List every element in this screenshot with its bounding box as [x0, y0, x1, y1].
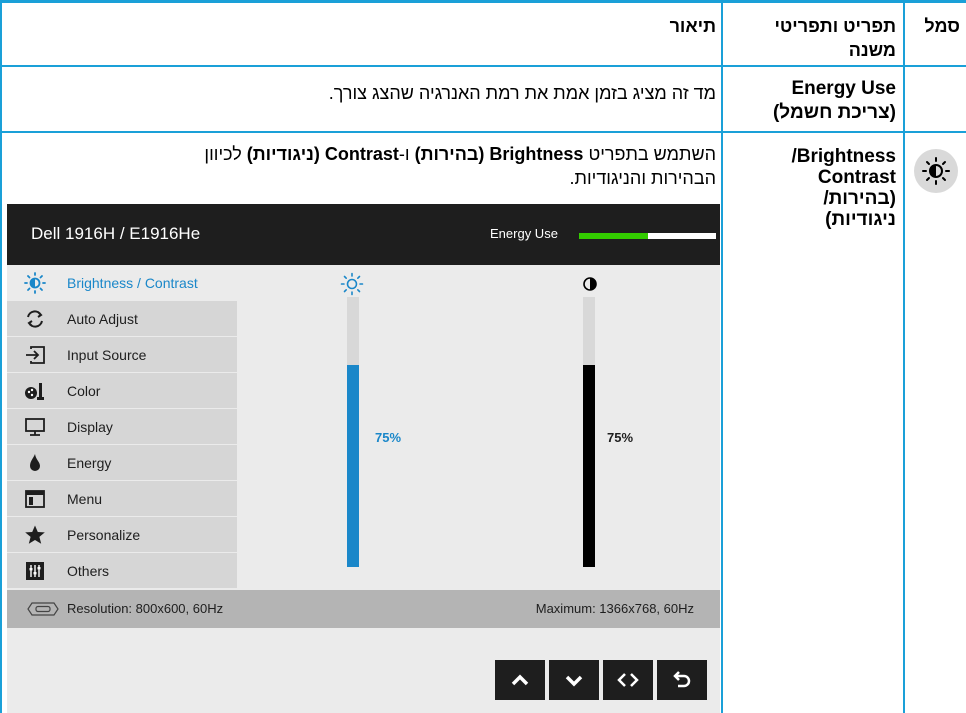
osd-screen: Dell 1916H / E1916He Energy Use Brightne… — [7, 204, 720, 713]
header-symbol: סמל — [924, 16, 960, 36]
osd-menu-item-label: Menu — [67, 491, 103, 507]
osd-menu-item-label: Auto Adjust — [67, 311, 138, 327]
brightness-symbol — [914, 149, 958, 193]
osd-energy-label: Energy Use — [490, 226, 558, 241]
osd-status-bar: Resolution: 800x600, 60Hz Maximum: 1366x… — [7, 590, 720, 628]
osd-menu-item-label: Energy — [67, 455, 112, 471]
resolution-text: Resolution: 800x600, 60Hz — [67, 601, 224, 616]
osd-menu-item[interactable]: Input Source — [7, 337, 237, 373]
desc-text: ו- — [398, 144, 415, 164]
enter-icon — [617, 673, 639, 687]
contrast-icon — [583, 277, 597, 291]
nav-enter-button[interactable] — [603, 660, 653, 700]
description-line2: הבהירות והניגודיות. — [569, 168, 716, 188]
brightness-contrast-title: Brightness/ Contrast (בהירות/ ניגודיות) — [791, 146, 896, 230]
energy-use-label: Energy Use — [791, 78, 896, 99]
brightness-value: 75% — [375, 430, 402, 445]
maximum-resolution-text: Maximum: 1366x768, 60Hz — [535, 601, 694, 616]
osd-menu-item-label: Input Source — [67, 347, 147, 363]
osd-menu-item-label: Color — [67, 383, 101, 399]
contrast-value: 75% — [607, 430, 634, 445]
contrast-slider[interactable] — [583, 297, 595, 567]
energy-use-label-hebrew: (צריכת חשמל) — [772, 102, 896, 123]
table-row-divider — [0, 131, 966, 133]
osd-menu-item-label: Display — [67, 419, 113, 435]
column-divider — [903, 0, 905, 713]
brightness-label: Brightness/ — [791, 146, 896, 167]
others-icon — [24, 560, 46, 582]
description-line1: השתמש בתפריט Brightness (בהירות) ו-Contr… — [16, 142, 716, 166]
osd-menu-item[interactable]: Brightness / Contrast — [7, 265, 237, 301]
energy-use-title: Energy Use (צריכת חשמל) — [773, 77, 896, 125]
column-divider — [721, 0, 723, 713]
osd-menu-item[interactable]: Personalize — [7, 517, 237, 553]
brightness-slider[interactable] — [347, 297, 359, 567]
sun-outline-icon — [340, 272, 364, 296]
osd-model-name: Dell 1916H / E1916He — [31, 224, 201, 243]
brightness-label-hebrew: (בהירות/ — [823, 188, 896, 209]
energy-icon — [24, 452, 46, 474]
brightness-contrast-description: השתמש בתפריט Brightness (בהירות) ו-Contr… — [16, 142, 716, 190]
osd-menu-item[interactable]: Auto Adjust — [7, 301, 237, 337]
osd-menu-item[interactable]: Others — [7, 553, 237, 589]
contrast-slider-icon — [583, 277, 597, 296]
contrast-label: Contrast — [817, 167, 896, 188]
osd-menu-item-label: Others — [67, 563, 110, 579]
color-icon — [24, 380, 46, 402]
contrast-slider-fill — [583, 364, 595, 567]
input-source-icon — [24, 344, 46, 366]
brightness-slider-fill — [347, 364, 359, 567]
desc-brightness-term: Brightness (בהירות) — [414, 144, 584, 164]
contrast-label-hebrew: ניגודיות) — [825, 209, 896, 230]
nav-up-button[interactable] — [495, 660, 545, 700]
energy-use-description: מד זה מציג בזמן אמת את רמת האנרגיה שהצג … — [328, 83, 716, 103]
desc-text: לכיוון — [204, 144, 247, 164]
back-icon — [673, 671, 691, 688]
table-left-border — [0, 0, 2, 713]
osd-menu-item[interactable]: Energy — [7, 445, 237, 481]
osd-menu-item[interactable]: Menu — [7, 481, 237, 517]
down-arrow-icon — [565, 675, 583, 687]
desc-contrast-term: Contrast (ניגודיות) — [246, 144, 399, 164]
osd-menu: Brightness / Contrast Auto Adjust Input So… — [7, 265, 237, 589]
up-arrow-icon — [511, 674, 529, 686]
header-submenu: תפריט ותפריטי משנה — [774, 16, 896, 60]
display-icon — [24, 416, 46, 438]
brightness-icon — [24, 272, 46, 294]
energy-use-meter-fill — [579, 233, 648, 239]
table-top-border — [0, 0, 966, 3]
resolution-icon — [27, 602, 59, 616]
header-description: תיאור — [669, 16, 716, 36]
nav-down-button[interactable] — [549, 660, 599, 700]
energy-use-meter — [579, 233, 716, 239]
sun-icon — [922, 157, 950, 185]
nav-back-button[interactable] — [657, 660, 707, 700]
osd-title-bar: Dell 1916H / E1916He Energy Use — [7, 204, 720, 265]
osd-menu-item[interactable]: Display — [7, 409, 237, 445]
desc-text: השתמש בתפריט — [583, 144, 716, 164]
osd-menu-item-label: Personalize — [67, 527, 141, 543]
osd-menu-item-label: Brightness / Contrast — [67, 275, 198, 291]
star-icon — [24, 524, 46, 546]
menu-icon — [24, 488, 46, 510]
table-row-divider — [0, 65, 966, 67]
osd-menu-item[interactable]: Color — [7, 373, 237, 409]
auto-adjust-icon — [24, 308, 46, 330]
